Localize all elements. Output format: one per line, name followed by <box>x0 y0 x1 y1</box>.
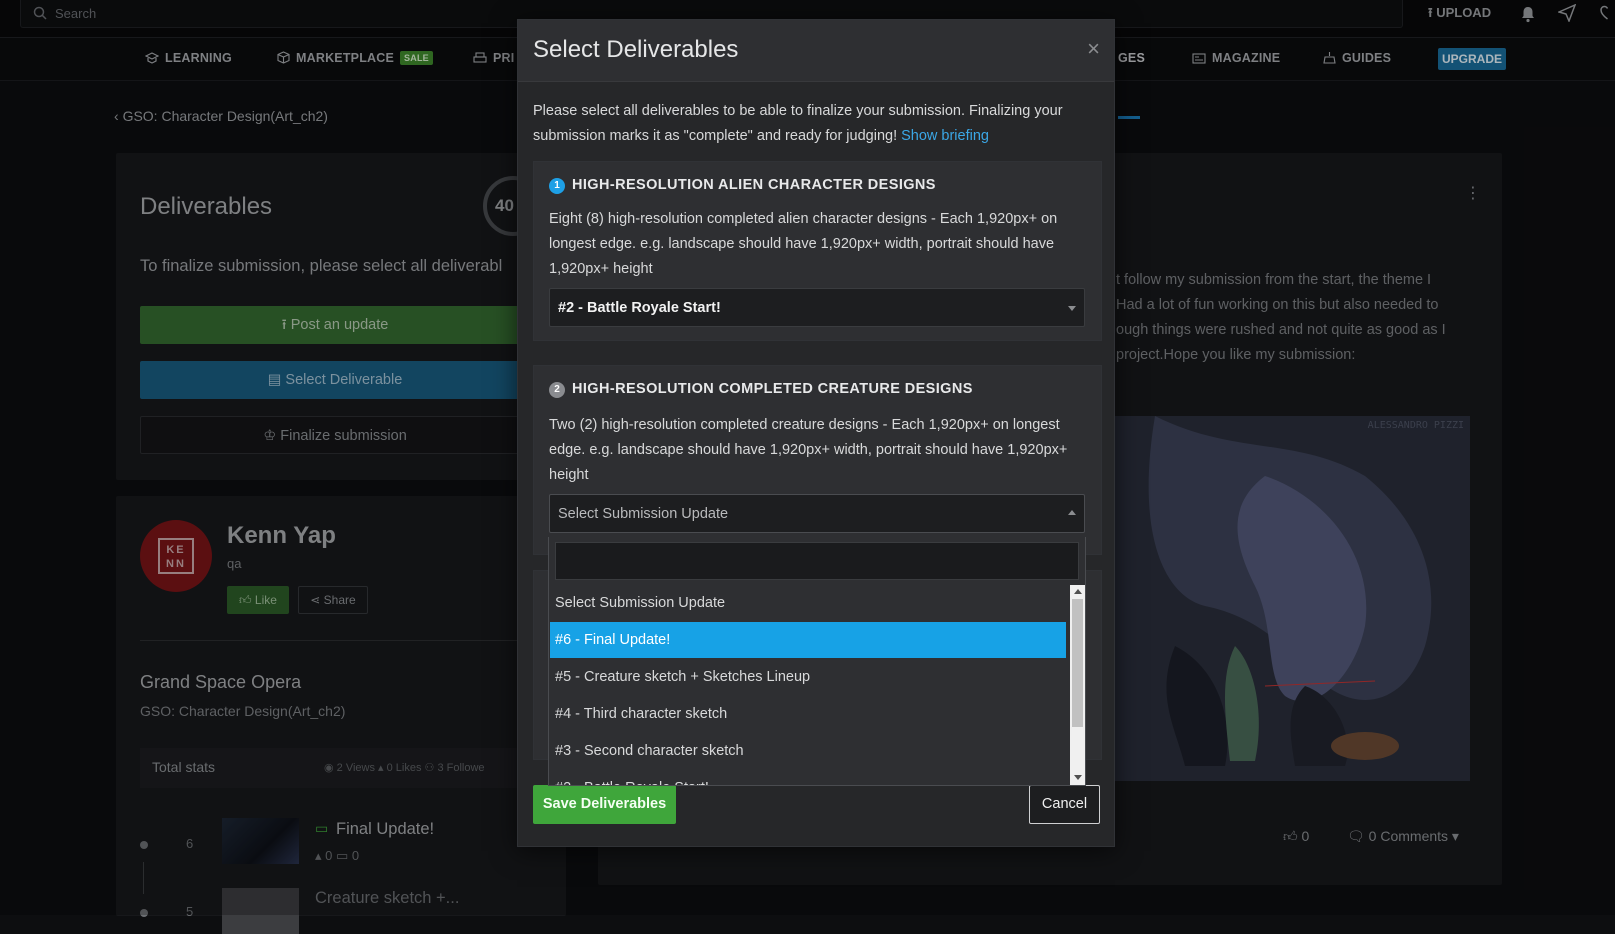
modal-intro: Please select all deliverables to be abl… <box>533 99 1103 149</box>
deliverable-heading-text: HIGH-RESOLUTION ALIEN CHARACTER DESIGNS <box>572 177 936 193</box>
deliverable-select-value: #2 - Battle Royale Start! <box>558 300 721 316</box>
caret-down-icon <box>1068 306 1076 311</box>
scrollbar-thumb[interactable] <box>1072 599 1083 727</box>
dropdown-option[interactable]: #4 - Third character sketch <box>550 696 1066 732</box>
deliverable-description: Two (2) high-resolution completed creatu… <box>549 417 1068 483</box>
deliverable-block-1: 1 HIGH-RESOLUTION ALIEN CHARACTER DESIGNS… <box>533 161 1102 341</box>
deliverable-select[interactable]: Select Submission Update <box>549 494 1085 533</box>
show-briefing-link[interactable]: Show briefing <box>901 128 989 144</box>
close-icon[interactable]: × <box>1087 36 1100 62</box>
dropdown-option[interactable]: #5 - Creature sketch + Sketches Lineup <box>550 659 1066 695</box>
cancel-button[interactable]: Cancel <box>1029 785 1100 824</box>
submission-update-dropdown: Select Submission Update #6 - Final Upda… <box>548 537 1086 786</box>
deliverable-number-badge: 2 <box>549 382 565 398</box>
deliverable-description: Eight (8) high-resolution completed alie… <box>549 211 1058 277</box>
deliverable-block-2: 2 HIGH-RESOLUTION COMPLETED CREATURE DESI… <box>533 365 1102 555</box>
deliverable-heading: 1 HIGH-RESOLUTION ALIEN CHARACTER DESIGNS <box>549 177 936 194</box>
deliverable-select-value: Select Submission Update <box>558 506 729 522</box>
dropdown-search-input[interactable] <box>555 542 1079 580</box>
modal-header: Select Deliverables × <box>518 20 1114 82</box>
deliverable-select[interactable]: #2 - Battle Royale Start! <box>549 288 1085 327</box>
dropdown-option[interactable]: #6 - Final Update! <box>550 622 1066 658</box>
deliverable-heading: 2 HIGH-RESOLUTION COMPLETED CREATURE DESI… <box>549 381 973 398</box>
modal-title: Select Deliverables <box>533 36 739 63</box>
dropdown-option[interactable]: Select Submission Update <box>550 585 1066 621</box>
scroll-down-icon[interactable] <box>1074 775 1082 780</box>
deliverable-number-badge: 1 <box>549 178 565 194</box>
dropdown-option[interactable]: #2 - Battle Royale Start! <box>550 770 1066 785</box>
save-deliverables-button[interactable]: Save Deliverables <box>533 785 676 824</box>
deliverable-heading-text: HIGH-RESOLUTION COMPLETED CREATURE DESIG… <box>572 381 973 397</box>
scroll-up-icon[interactable] <box>1074 589 1082 594</box>
dropdown-scrollbar[interactable] <box>1070 585 1085 785</box>
caret-up-icon <box>1068 510 1076 515</box>
dropdown-option[interactable]: #3 - Second character sketch <box>550 733 1066 769</box>
